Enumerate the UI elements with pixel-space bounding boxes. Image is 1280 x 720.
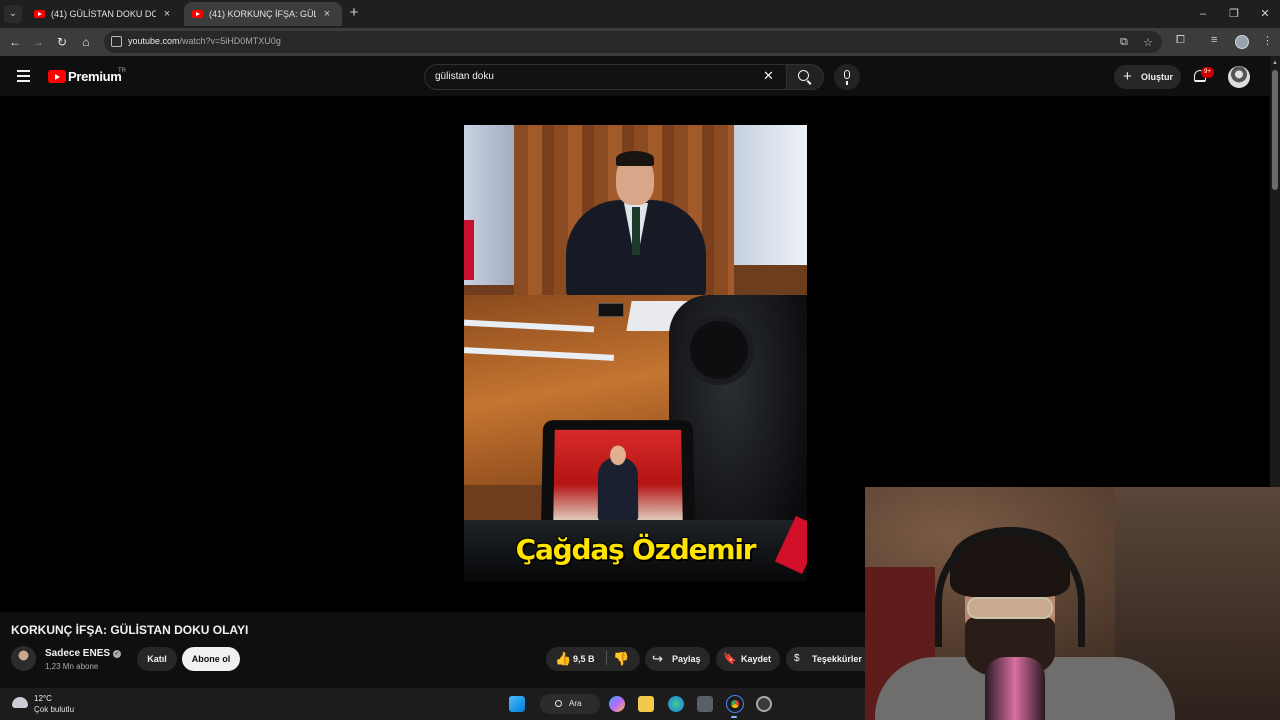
- plus-icon: +: [1123, 68, 1132, 85]
- youtube-logo-icon: [48, 70, 66, 83]
- logo-country-code: TR: [118, 68, 126, 74]
- search-icon: [555, 700, 562, 707]
- like-divider: [606, 651, 607, 665]
- save-button[interactable]: 🔖 Kaydet: [716, 647, 780, 671]
- account-avatar[interactable]: [1228, 66, 1250, 88]
- url-text: youtube.com/watch?v=5iHD0MTXU0g: [128, 36, 281, 46]
- verified-badge-icon: ✓: [113, 650, 122, 658]
- share-arrow-icon: ↪: [652, 651, 663, 666]
- webcam-overlay: [865, 487, 1280, 720]
- like-count[interactable]: 9,5 B: [573, 647, 595, 671]
- browser-tab-2-active[interactable]: (41) KORKUNÇ İFŞA: GÜLİSTAN ×: [184, 2, 342, 26]
- search-icon: [798, 70, 809, 81]
- voice-search-button[interactable]: [834, 64, 860, 90]
- file-explorer-icon[interactable]: [638, 696, 654, 712]
- browser-menu-icon[interactable]: ⋮: [1262, 34, 1273, 47]
- reload-icon[interactable]: ↻: [53, 33, 71, 51]
- browser-toolbar: ← → ↻ ⌂ youtube.com/watch?v=5iHD0MTXU0g …: [0, 28, 1280, 56]
- join-button[interactable]: Katıl: [137, 647, 177, 671]
- tab-title: (41) KORKUNÇ İFŞA: GÜLİSTAN: [209, 9, 316, 19]
- share-button[interactable]: ↪ Paylaş: [645, 647, 710, 671]
- tab-title: (41) GÜLİSTAN DOKU DOSYASI: [51, 9, 156, 19]
- browser-profile-avatar[interactable]: [1235, 35, 1249, 49]
- obs-app-icon[interactable]: [756, 696, 772, 712]
- hamburger-menu-icon[interactable]: [17, 70, 30, 82]
- back-arrow-icon[interactable]: ←: [6, 33, 24, 51]
- search-button[interactable]: [786, 64, 824, 90]
- weather-description[interactable]: Çok bulutlu: [34, 705, 74, 714]
- site-info-icon[interactable]: [111, 36, 122, 47]
- subscribe-button[interactable]: Abone ol: [182, 647, 240, 671]
- bookmark-star-icon[interactable]: ☆: [1143, 36, 1153, 49]
- store-icon[interactable]: [697, 696, 713, 712]
- address-bar[interactable]: youtube.com/watch?v=5iHD0MTXU0g ⧉ ☆: [104, 31, 1162, 53]
- notification-badge: 9+: [1201, 67, 1214, 78]
- like-thumb-up-icon[interactable]: 👍: [555, 647, 571, 671]
- video-title: KORKUNÇ İFŞA: GÜLİSTAN DOKU OLAYI: [11, 623, 249, 637]
- video-frame[interactable]: Çağdaş Özdemir: [464, 125, 807, 582]
- scroll-up-arrow-icon[interactable]: ▲: [1272, 60, 1278, 66]
- window-close-icon[interactable]: ✕: [1250, 0, 1280, 28]
- subscriber-count: 1,23 Mn abone: [45, 662, 99, 671]
- tab-close-icon[interactable]: ×: [320, 8, 334, 20]
- like-dislike-group: 👍 9,5 B 👎: [546, 647, 640, 671]
- home-icon[interactable]: ⌂: [77, 33, 95, 51]
- extensions-puzzle-icon[interactable]: ⧠: [1176, 34, 1185, 47]
- youtube-premium-logo[interactable]: Premium: [48, 69, 122, 84]
- browser-tab-strip: ⌄ (41) GÜLİSTAN DOKU DOSYASI × (41) KORK…: [0, 0, 1280, 28]
- active-app-indicator: [731, 716, 737, 718]
- copilot-icon[interactable]: [609, 696, 625, 712]
- youtube-favicon-icon: [192, 10, 203, 18]
- new-tab-plus-icon[interactable]: +: [346, 4, 362, 22]
- search-query-text: gülistan doku: [435, 71, 494, 82]
- bookmark-icon: 🔖: [723, 653, 737, 665]
- scrollbar-thumb[interactable]: [1272, 70, 1278, 190]
- youtube-favicon-icon: [34, 10, 45, 18]
- weather-temperature[interactable]: 12°C: [34, 694, 52, 703]
- create-button[interactable]: + Oluştur: [1114, 65, 1181, 89]
- browser-tab-1[interactable]: (41) GÜLİSTAN DOKU DOSYASI ×: [26, 2, 182, 26]
- media-control-icon[interactable]: ≡: [1211, 34, 1217, 46]
- edge-browser-icon[interactable]: [668, 696, 684, 712]
- chrome-icon[interactable]: [726, 695, 744, 713]
- search-clear-icon[interactable]: ✕: [763, 68, 774, 84]
- microphone-icon: [844, 70, 850, 85]
- channel-avatar[interactable]: [11, 646, 36, 671]
- windows-start-icon[interactable]: [509, 696, 525, 712]
- thanks-button[interactable]: $ Teşekkürler: [786, 647, 865, 671]
- channel-name[interactable]: Sadece ENES ✓: [45, 648, 122, 659]
- video-caption-text: Çağdaş Özdemir: [515, 533, 757, 566]
- install-app-icon[interactable]: ⧉: [1120, 36, 1128, 49]
- search-input[interactable]: gülistan doku ✕: [424, 64, 788, 90]
- tab-search-chevron-down-icon[interactable]: ⌄: [4, 5, 22, 23]
- forward-arrow-icon[interactable]: →: [29, 33, 47, 51]
- weather-cloud-icon[interactable]: [12, 697, 28, 708]
- tab-close-icon[interactable]: ×: [160, 8, 174, 20]
- thanks-dollar-icon: $: [794, 653, 800, 664]
- taskbar-search[interactable]: Ara: [540, 694, 600, 714]
- minimize-icon[interactable]: –: [1188, 0, 1218, 28]
- dislike-thumb-down-icon[interactable]: 👎: [613, 647, 629, 671]
- restore-icon[interactable]: ❐: [1219, 0, 1249, 28]
